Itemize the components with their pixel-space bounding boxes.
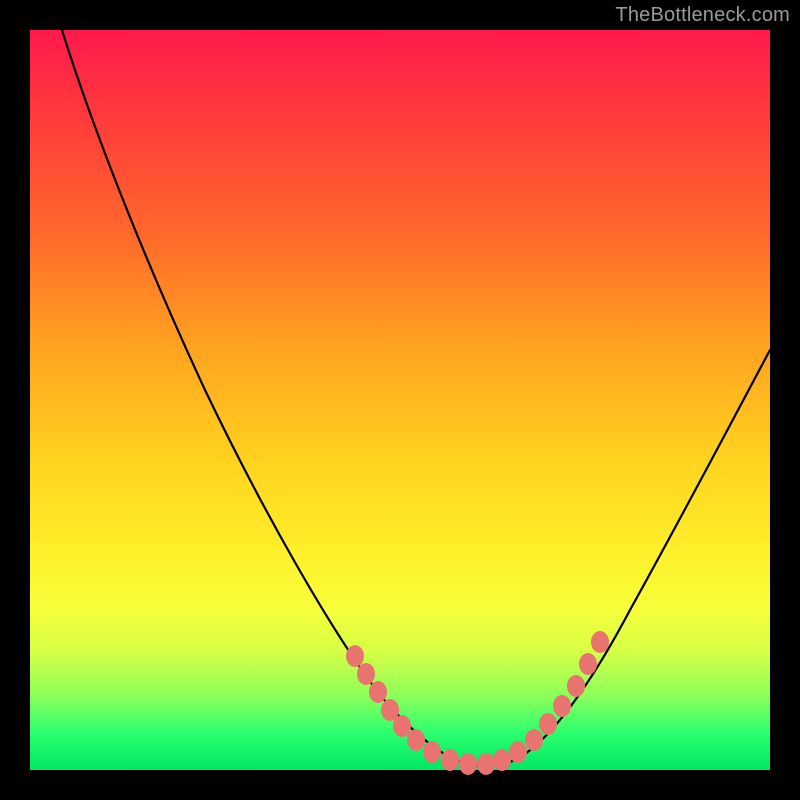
data-point xyxy=(509,741,527,763)
data-point xyxy=(357,663,375,685)
data-point xyxy=(567,675,585,697)
highlight-points-group xyxy=(346,631,609,775)
data-point xyxy=(346,645,364,667)
chart-svg xyxy=(30,30,770,770)
data-point xyxy=(459,753,477,775)
data-point xyxy=(369,681,387,703)
data-point xyxy=(493,749,511,771)
data-point xyxy=(525,729,543,751)
chart-frame: TheBottleneck.com xyxy=(0,0,800,800)
data-point xyxy=(579,653,597,675)
data-point xyxy=(591,631,609,653)
data-point xyxy=(393,715,411,737)
data-point xyxy=(539,713,557,735)
watermark-text: TheBottleneck.com xyxy=(615,4,790,27)
data-point xyxy=(441,749,459,771)
bottleneck-curve-path xyxy=(62,30,770,766)
data-point xyxy=(477,753,495,775)
data-point xyxy=(423,741,441,763)
data-point xyxy=(553,695,571,717)
data-point xyxy=(407,729,425,751)
chart-plot-area xyxy=(30,30,770,770)
